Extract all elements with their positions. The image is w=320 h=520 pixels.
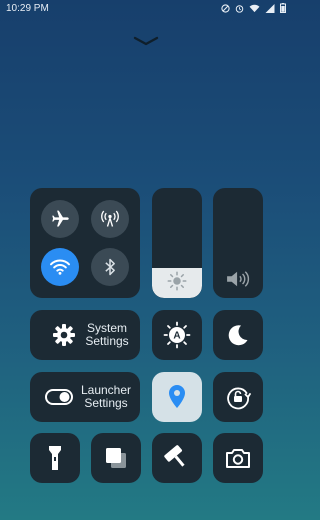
camera-icon	[226, 449, 250, 468]
location-pin-icon	[169, 385, 185, 408]
system-settings-button[interactable]: System Settings	[30, 310, 140, 360]
brightness-slider[interactable]	[152, 188, 202, 298]
sun-icon	[167, 271, 187, 291]
status-time: 10:29 PM	[6, 2, 49, 14]
wifi-icon	[50, 259, 70, 275]
launcher-settings-label-line2: Settings	[84, 396, 128, 410]
airplane-mode-button[interactable]	[41, 200, 79, 238]
volume-slider[interactable]	[213, 188, 263, 298]
bluetooth-icon	[105, 258, 115, 276]
status-bar: 10:29 PM	[0, 0, 292, 16]
auto-brightness-letter: A	[173, 331, 180, 342]
signal-icon	[265, 3, 275, 13]
airplane-icon	[52, 210, 69, 227]
recent-apps-button[interactable]	[91, 433, 141, 483]
hotspot-icon	[101, 210, 119, 227]
toggle-icon	[45, 389, 73, 405]
alarm-icon	[235, 4, 244, 13]
paint-button[interactable]	[152, 433, 202, 483]
wifi-button[interactable]	[41, 248, 79, 286]
wifi-icon	[249, 4, 260, 12]
auto-brightness-icon: A	[163, 321, 191, 349]
recent-apps-icon	[106, 448, 126, 468]
system-settings-label-line2: Settings	[85, 334, 129, 348]
battery-icon	[280, 3, 286, 13]
connectivity-panel	[30, 188, 140, 298]
speaker-icon	[227, 271, 250, 287]
rotation-lock-button[interactable]	[213, 372, 263, 422]
auto-brightness-button[interactable]: A	[152, 310, 202, 360]
launcher-settings-button[interactable]: Launcher Settings	[30, 372, 140, 422]
flashlight-button[interactable]	[30, 433, 80, 483]
do-not-disturb-icon	[221, 3, 230, 13]
paint-roller-icon	[164, 445, 185, 467]
camera-button[interactable]	[213, 433, 263, 483]
hotspot-button[interactable]	[91, 200, 129, 238]
flashlight-icon	[49, 446, 61, 470]
gear-icon	[53, 324, 75, 346]
chevron-down-icon[interactable]	[133, 36, 159, 46]
rotation-lock-icon	[227, 387, 251, 410]
moon-icon	[228, 325, 248, 346]
night-mode-button[interactable]	[213, 310, 263, 360]
location-button[interactable]	[152, 372, 202, 422]
status-icons	[221, 3, 286, 13]
bluetooth-button[interactable]	[91, 248, 129, 286]
